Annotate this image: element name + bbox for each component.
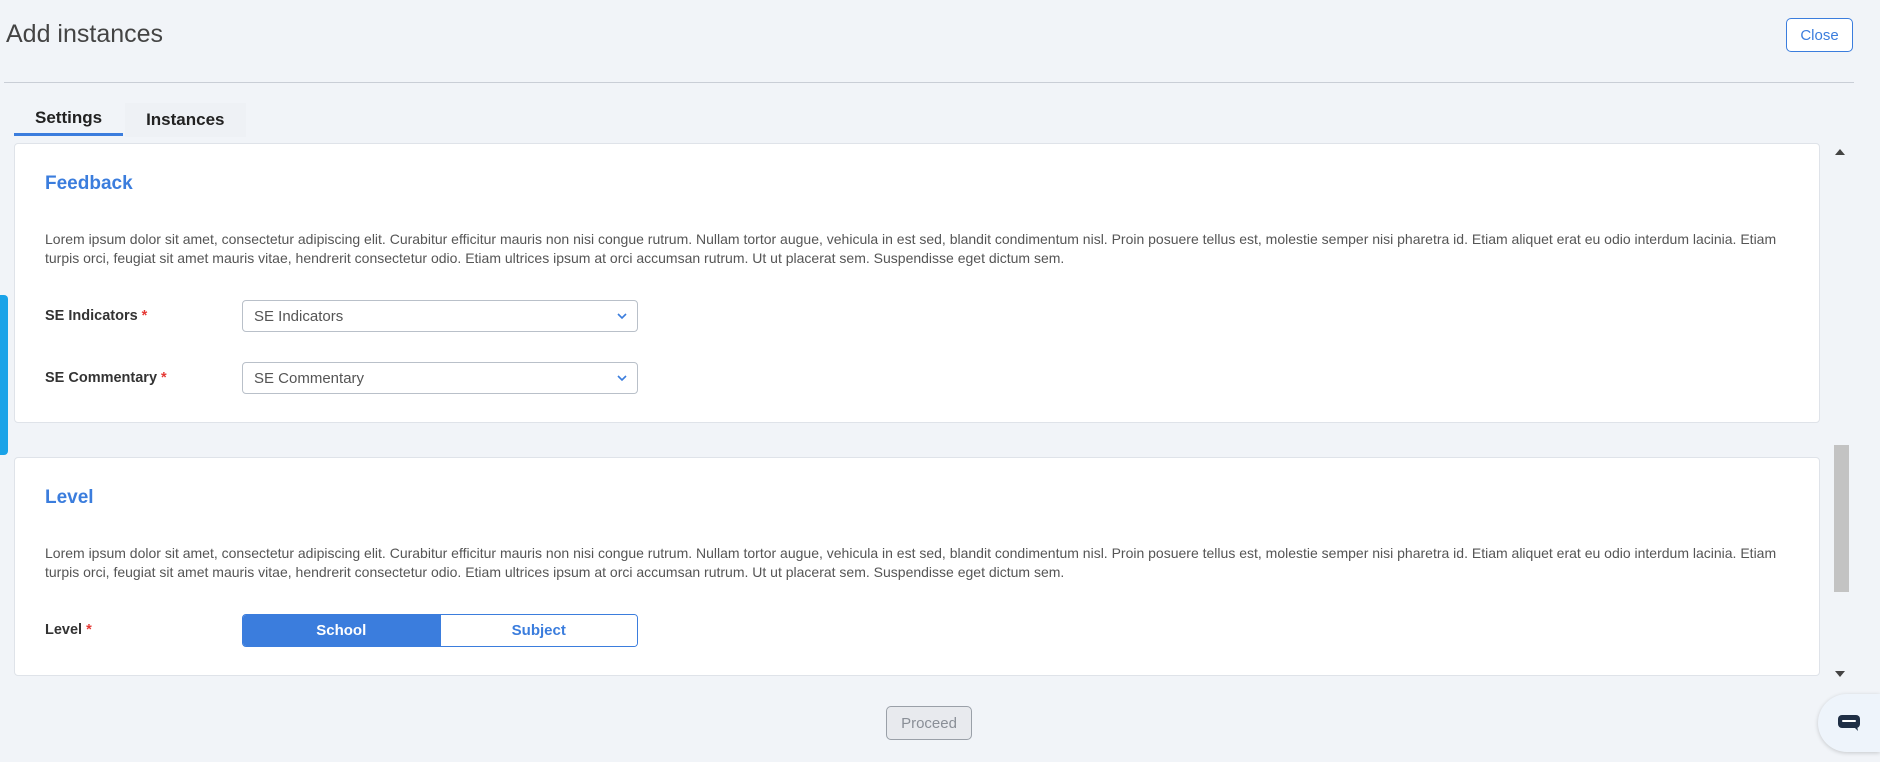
header-divider (4, 82, 1854, 83)
required-marker: * (161, 370, 167, 386)
tab-instances[interactable]: Instances (125, 103, 246, 137)
proceed-button[interactable]: Proceed (886, 706, 972, 740)
se-commentary-select[interactable]: SE Commentary (242, 362, 638, 394)
feedback-card: Feedback Lorem ipsum dolor sit amet, con… (14, 143, 1820, 423)
feedback-description: Lorem ipsum dolor sit amet, consectetur … (45, 231, 1777, 266)
scroll-up-arrow-icon[interactable] (1835, 149, 1845, 155)
se-commentary-label: SE Commentary * (45, 370, 167, 386)
feedback-title: Feedback (45, 173, 133, 194)
chat-icon (1838, 715, 1860, 731)
chevron-down-icon (617, 375, 627, 382)
level-label-text: Level (45, 622, 83, 638)
chevron-down-icon (617, 313, 627, 320)
page-title: Add instances (6, 20, 164, 48)
se-indicators-value: SE Indicators (254, 307, 344, 325)
level-description: Lorem ipsum dolor sit amet, consectetur … (45, 545, 1777, 580)
level-label: Level * (45, 622, 92, 638)
se-indicators-select[interactable]: SE Indicators (242, 300, 638, 332)
tab-settings[interactable]: Settings (14, 103, 124, 136)
se-indicators-label: SE Indicators * (45, 308, 147, 324)
se-commentary-value: SE Commentary (254, 369, 365, 387)
level-title: Level (45, 487, 94, 508)
se-commentary-label-text: SE Commentary (45, 370, 158, 386)
add-instances-page: Add instances Close Settings Instances F… (0, 0, 1880, 762)
side-panel-handle[interactable] (0, 295, 8, 455)
level-option-subject[interactable]: Subject (439, 615, 637, 646)
level-segmented-control: School Subject (242, 614, 638, 647)
scroll-down-arrow-icon[interactable] (1835, 671, 1845, 677)
chat-launcher-button[interactable] (1818, 694, 1880, 752)
required-marker: * (141, 308, 148, 324)
close-button[interactable]: Close (1786, 18, 1853, 52)
level-option-school[interactable]: School (243, 615, 440, 646)
required-marker: * (86, 622, 92, 638)
scroll-thumb[interactable] (1834, 445, 1849, 592)
level-card: Level Lorem ipsum dolor sit amet, consec… (14, 457, 1820, 676)
tab-bar: Settings Instances (14, 103, 246, 137)
se-indicators-label-text: SE Indicators (45, 308, 138, 324)
content-scrollbar[interactable] (1830, 143, 1850, 683)
